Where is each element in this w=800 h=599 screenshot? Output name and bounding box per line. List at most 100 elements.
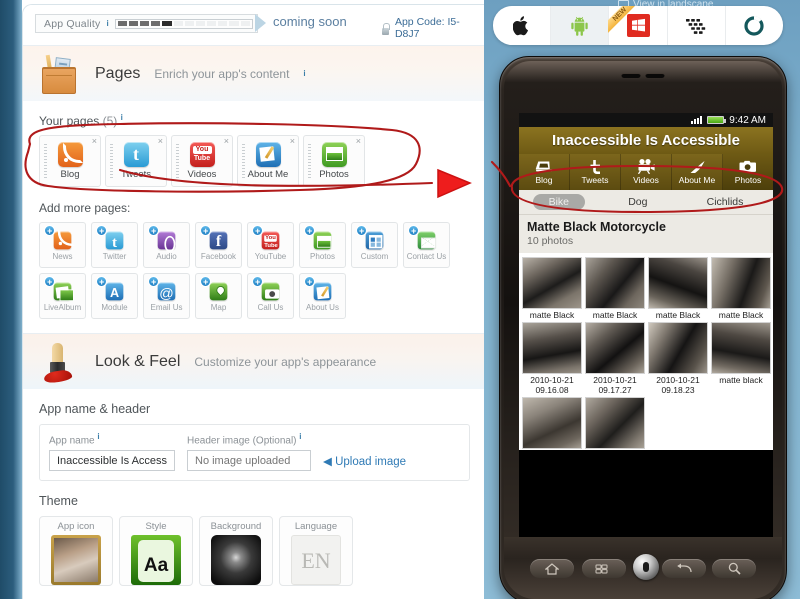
page-tile-photos[interactable]: × Photos — [303, 135, 365, 187]
photo-item[interactable] — [585, 397, 645, 450]
photo-item[interactable]: matte Black — [648, 257, 708, 320]
add-page-photos[interactable]: Photos — [299, 222, 346, 268]
platform-webos[interactable] — [726, 6, 783, 45]
add-page-youtube[interactable]: YouTube — [247, 222, 294, 268]
app-code: App Code: I5-D8J7 — [381, 16, 484, 40]
photo-thumbnail — [711, 322, 771, 374]
photo-item[interactable] — [522, 397, 582, 450]
photo-item[interactable]: matte Black — [522, 257, 582, 320]
add-tile-label: Audio — [156, 251, 177, 261]
photo-thumbnail — [585, 397, 645, 449]
platform-windows-phone[interactable]: NEW — [608, 6, 668, 45]
page-tile-blog[interactable]: × Blog — [39, 135, 101, 187]
trackball-button[interactable] — [633, 554, 659, 580]
remove-page-icon[interactable]: × — [356, 137, 361, 146]
plus-icon — [200, 276, 211, 287]
add-page-livealbum[interactable]: LiveAlbum — [39, 273, 86, 319]
platform-apple[interactable] — [493, 6, 552, 45]
page-tile-label: Photos — [319, 169, 349, 180]
page-tile-label: About Me — [247, 169, 289, 180]
app-quality-meter — [114, 18, 253, 29]
photo-item[interactable]: 2010-10-21 09.16.08 — [522, 322, 582, 395]
add-page-news[interactable]: News — [39, 222, 86, 268]
theme-tile-style[interactable]: Style — [119, 516, 193, 587]
app-quality-box: App Quality i — [35, 14, 258, 33]
add-more-pages-grid: News Twitter Audio F — [39, 222, 470, 319]
notepad-pen-icon — [313, 282, 332, 300]
tab-tweets[interactable]: Tweets — [570, 154, 621, 190]
your-pages-info-icon[interactable]: i — [121, 113, 123, 122]
page-tile-videos[interactable]: × Videos — [171, 135, 233, 187]
plus-icon — [44, 225, 55, 236]
search-button[interactable] — [712, 559, 756, 578]
photo-caption: matte Black — [655, 310, 701, 320]
tab-about-me[interactable]: About Me — [672, 154, 723, 190]
theme-tile-app-icon[interactable]: App icon — [39, 516, 113, 587]
plus-icon — [44, 276, 55, 287]
plus-icon — [148, 276, 159, 287]
drag-handle-icon[interactable] — [44, 144, 47, 178]
builder-card: App Quality i coming soon App Code: I5-D… — [22, 4, 484, 599]
add-page-custom[interactable]: Custom — [351, 222, 398, 268]
camera-icon — [739, 159, 757, 174]
remove-page-icon[interactable]: × — [290, 137, 295, 146]
video-camera-icon — [637, 159, 656, 174]
drag-handle-icon[interactable] — [110, 144, 113, 178]
page-tile-about-me[interactable]: × About Me — [237, 135, 299, 187]
header-image-info-icon[interactable]: i — [299, 432, 301, 441]
add-tile-label: LiveAlbum — [43, 302, 82, 312]
add-tile-label: YouTube — [254, 251, 287, 261]
theme-tile-background[interactable]: Background — [199, 516, 273, 587]
photo-item[interactable]: matte black — [711, 322, 771, 395]
youtube-icon — [189, 142, 215, 167]
remove-page-icon[interactable]: × — [224, 137, 229, 146]
add-page-about-us[interactable]: About Us — [299, 273, 346, 319]
photo-item[interactable]: matte Black — [585, 257, 645, 320]
add-page-contact-us[interactable]: Contact Us — [403, 222, 450, 268]
add-page-audio[interactable]: Audio — [143, 222, 190, 268]
app-quality-info-icon[interactable]: i — [106, 19, 108, 28]
add-page-module[interactable]: Module — [91, 273, 138, 319]
module-icon — [105, 282, 124, 300]
pages-section-info-icon[interactable]: i — [303, 69, 305, 78]
theme-strip: App icon Style Background Language — [39, 516, 470, 587]
drag-handle-icon[interactable] — [308, 144, 311, 178]
tab-videos[interactable]: Videos — [621, 154, 672, 190]
back-button[interactable] — [662, 559, 706, 578]
home-button[interactable] — [530, 559, 574, 578]
add-tile-label: Map — [210, 302, 227, 312]
tab-blog[interactable]: Blog — [519, 154, 570, 190]
add-page-email-us[interactable]: Email Us — [143, 273, 190, 319]
theme-tile-caption: Style — [145, 521, 167, 533]
remove-page-icon[interactable]: × — [92, 137, 97, 146]
add-page-twitter[interactable]: Twitter — [91, 222, 138, 268]
tab-label: Blog — [535, 175, 553, 185]
remove-page-icon[interactable]: × — [158, 137, 163, 146]
add-page-map[interactable]: Map — [195, 273, 242, 319]
category-cichlids[interactable]: Cichlids — [691, 194, 760, 210]
drag-handle-icon[interactable] — [176, 144, 179, 178]
platform-blackberry[interactable] — [668, 6, 726, 45]
add-page-facebook[interactable]: Facebook — [195, 222, 242, 268]
platform-android[interactable] — [551, 6, 610, 45]
drag-handle-icon[interactable] — [242, 144, 245, 178]
theme-label: Theme — [39, 494, 78, 509]
plus-icon — [356, 225, 367, 236]
theme-tile-language[interactable]: Language — [279, 516, 353, 587]
phone-icon — [261, 282, 280, 300]
photo-item[interactable]: 2010-10-21 09.18.23 — [648, 322, 708, 395]
menu-button[interactable] — [582, 559, 626, 578]
page-tile-tweets[interactable]: × Tweets — [105, 135, 167, 187]
category-dog[interactable]: Dog — [612, 194, 663, 210]
category-bike[interactable]: Bike — [532, 194, 586, 210]
add-page-call-us[interactable]: Call Us — [247, 273, 294, 319]
photo-caption — [522, 449, 582, 450]
photo-item[interactable]: 2010-10-21 09.17.27 — [585, 322, 645, 395]
photo-item[interactable]: matte Black — [711, 257, 771, 320]
app-name-input[interactable] — [49, 450, 175, 472]
app-name-info-icon[interactable]: i — [97, 432, 99, 441]
upload-image-button[interactable]: ◀ Upload image — [323, 454, 406, 468]
header-image-input[interactable] — [187, 450, 311, 472]
tab-photos[interactable]: Photos — [723, 154, 773, 190]
add-more-pages-block: Add more pages: News Twitter — [23, 187, 484, 319]
